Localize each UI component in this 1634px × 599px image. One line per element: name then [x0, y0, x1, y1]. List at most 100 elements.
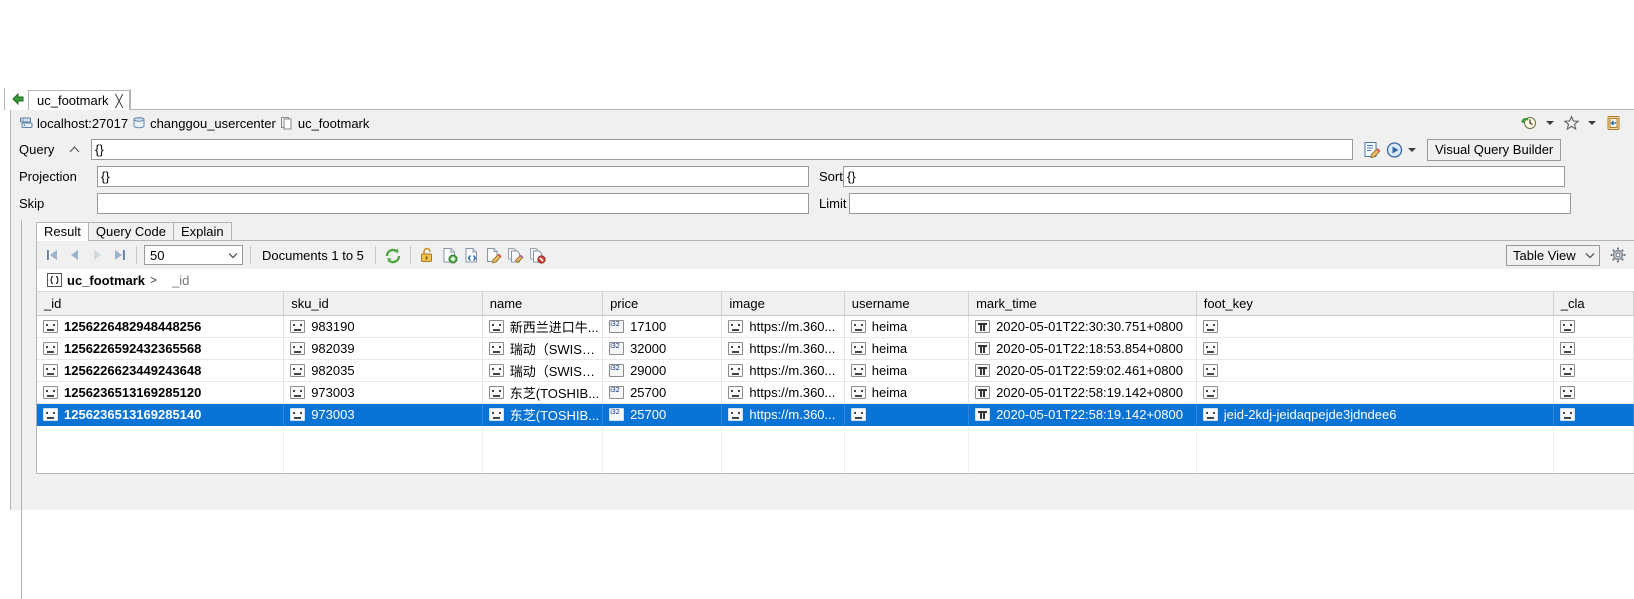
column-header-sku-id[interactable]: sku_id: [283, 291, 483, 316]
new-document-icon[interactable]: [440, 245, 460, 265]
view-mode-select[interactable]: Table View: [1506, 244, 1600, 266]
cell-foot-key[interactable]: [1196, 315, 1554, 338]
column-header--id[interactable]: _id: [37, 291, 285, 316]
cell-image[interactable]: https://m.360...: [721, 381, 845, 404]
skip-input[interactable]: [97, 193, 809, 214]
breadcrumb-database[interactable]: changgou_usercenter: [132, 116, 276, 131]
cell-name[interactable]: 瑞动（SWISS...: [482, 359, 604, 382]
cell--cla[interactable]: [1553, 381, 1634, 404]
tab-explain[interactable]: Explain: [172, 222, 232, 241]
table-row[interactable]: 1256226482948448256 983190 新西兰进口牛... 17100 h…: [37, 315, 1634, 338]
star-icon[interactable]: [1560, 112, 1582, 134]
cell--id[interactable]: 1256226592432365568: [37, 337, 285, 360]
cell--cla[interactable]: [1553, 403, 1634, 426]
cell-sku-id[interactable]: 973003: [283, 381, 483, 404]
cell--id[interactable]: 1256236513169285140: [37, 403, 285, 426]
cell--id[interactable]: 1256226482948448256: [37, 315, 285, 338]
editor-tab-uc-footmark[interactable]: uc_footmark ╳: [28, 90, 130, 111]
cell-sku-id[interactable]: 982039: [283, 337, 483, 360]
cell-username[interactable]: heima: [844, 359, 970, 382]
table-row[interactable]: 1256226623449243648 982035 瑞动（SWISS... 2900…: [37, 359, 1634, 382]
cell--cla[interactable]: [1553, 315, 1634, 338]
cell-image[interactable]: https://m.360...: [721, 337, 845, 360]
column-header-mark-time[interactable]: mark_time: [968, 291, 1197, 316]
column-header-foot-key[interactable]: foot_key: [1196, 291, 1554, 316]
previous-page-icon[interactable]: [65, 245, 85, 265]
grid-breadcrumb-field[interactable]: _id: [172, 273, 189, 288]
run-query-icon[interactable]: [1383, 139, 1405, 161]
cell-price[interactable]: 17100: [602, 315, 723, 338]
copy-document-icon[interactable]: [506, 245, 526, 265]
cell-sku-id[interactable]: 973003: [283, 403, 483, 426]
cell-sku-id[interactable]: 983190: [283, 315, 483, 338]
visual-query-builder-button[interactable]: Visual Query Builder: [1427, 138, 1562, 161]
cell-price[interactable]: 25700: [602, 403, 723, 426]
table-row[interactable]: 1256236513169285140 973003 东芝(TOSHIB... 257…: [37, 403, 1634, 426]
refresh-icon[interactable]: [383, 245, 403, 265]
unlock-icon[interactable]: [418, 245, 438, 265]
query-input[interactable]: {}: [91, 139, 1353, 160]
cell-price[interactable]: 29000: [602, 359, 723, 382]
delete-document-icon[interactable]: [528, 245, 548, 265]
grid-breadcrumb-collection[interactable]: uc_footmark: [67, 273, 145, 288]
cell-mark-time[interactable]: 2020-05-01T22:30:30.751+0800: [968, 315, 1197, 338]
cell-image[interactable]: https://m.360...: [721, 359, 845, 382]
results-table-container[interactable]: _id sku_id name price image username mark_time…: [36, 291, 1634, 474]
last-page-icon[interactable]: [109, 245, 129, 265]
cell-name[interactable]: 东芝(TOSHIB...: [482, 403, 604, 426]
close-icon[interactable]: ╳: [116, 95, 123, 107]
cell-username[interactable]: heima: [844, 337, 970, 360]
cell-price[interactable]: 25700: [602, 381, 723, 404]
projection-input[interactable]: {}: [97, 166, 809, 187]
column-header-username[interactable]: username: [844, 291, 970, 316]
cell-sku-id[interactable]: 982035: [283, 359, 483, 382]
gear-icon[interactable]: [1608, 245, 1628, 265]
table-row[interactable]: 1256226592432365568 982039 瑞动（SWISS... 3200…: [37, 337, 1634, 360]
cell-username[interactable]: heima: [844, 315, 970, 338]
limit-input[interactable]: [849, 193, 1571, 214]
tab-query-code[interactable]: Query Code: [87, 222, 174, 241]
cell-foot-key[interactable]: [1196, 359, 1554, 382]
chevron-down-icon-run[interactable]: [1408, 147, 1416, 152]
column-header-image[interactable]: image: [721, 291, 845, 316]
cell-name[interactable]: 东芝(TOSHIB...: [482, 381, 604, 404]
cell-username[interactable]: heima: [844, 381, 970, 404]
cell--id[interactable]: 1256226623449243648: [37, 359, 285, 382]
cell--cla[interactable]: [1553, 337, 1634, 360]
cell-name[interactable]: 瑞动（SWISS...: [482, 337, 604, 360]
cell--cla[interactable]: [1553, 359, 1634, 382]
cell-image[interactable]: https://m.360...: [721, 315, 845, 338]
chevron-down-icon-history[interactable]: [1546, 121, 1554, 125]
table-row[interactable]: 1256236513169285120 973003 东芝(TOSHIB... 257…: [37, 381, 1634, 404]
tab-result[interactable]: Result: [36, 222, 89, 241]
cell-foot-key[interactable]: [1196, 381, 1554, 404]
sort-input[interactable]: {}: [843, 166, 1565, 187]
cell-mark-time[interactable]: 2020-05-01T22:18:53.854+0800: [968, 337, 1197, 360]
breadcrumb-host[interactable]: localhost:27017: [19, 116, 128, 131]
page-size-select[interactable]: 50: [144, 245, 243, 265]
column-header-price[interactable]: price: [602, 291, 723, 316]
chevron-down-icon-favorites[interactable]: [1588, 121, 1596, 125]
cell-foot-key[interactable]: jeid-2kdj-jeidaqpejde3jdndee6: [1196, 403, 1554, 426]
back-arrow-icon[interactable]: [10, 90, 26, 108]
column-header--cla[interactable]: _cla: [1553, 291, 1634, 316]
clipboard-icon[interactable]: [1602, 112, 1624, 134]
next-page-icon[interactable]: [87, 245, 107, 265]
column-header-name[interactable]: name: [482, 291, 604, 316]
first-page-icon[interactable]: [43, 245, 63, 265]
cell-mark-time[interactable]: 2020-05-01T22:58:19.142+0800: [968, 381, 1197, 404]
view-json-icon[interactable]: [462, 245, 482, 265]
cell-mark-time[interactable]: 2020-05-01T22:58:19.142+0800: [968, 403, 1197, 426]
cell-name[interactable]: 新西兰进口牛...: [482, 315, 604, 338]
collapse-toggle-icon[interactable]: [67, 146, 81, 153]
edit-query-icon[interactable]: [1361, 139, 1383, 161]
cell--id[interactable]: 1256236513169285120: [37, 381, 285, 404]
cell-price[interactable]: 32000: [602, 337, 723, 360]
breadcrumb-collection[interactable]: uc_footmark: [280, 116, 369, 131]
cell-image[interactable]: https://m.360...: [721, 403, 845, 426]
cell-username[interactable]: [844, 403, 970, 426]
edit-document-icon[interactable]: [484, 245, 504, 265]
history-icon[interactable]: [1518, 112, 1540, 134]
cell-mark-time[interactable]: 2020-05-01T22:59:02.461+0800: [968, 359, 1197, 382]
cell-foot-key[interactable]: [1196, 337, 1554, 360]
